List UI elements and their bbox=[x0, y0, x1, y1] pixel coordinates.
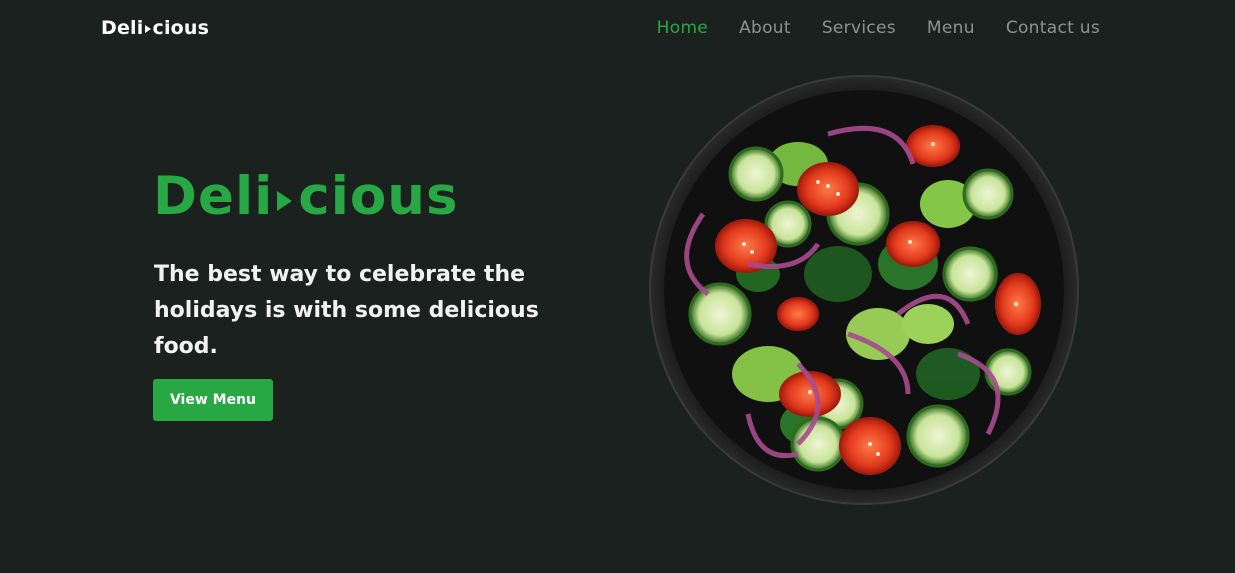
view-menu-button[interactable]: View Menu bbox=[153, 379, 273, 421]
nav-link-contact[interactable]: Contact us bbox=[1006, 18, 1100, 38]
logo-text-right: cious bbox=[152, 17, 210, 39]
hero-title-right: cious bbox=[298, 166, 459, 227]
nav-item-menu: Menu bbox=[927, 18, 975, 38]
page: Deli cious Home About Services Menu Conta… bbox=[0, 0, 1235, 573]
salad-bowl-icon bbox=[649, 75, 1079, 505]
nav-link-menu[interactable]: Menu bbox=[927, 18, 975, 38]
nav-item-home: Home bbox=[657, 18, 708, 38]
nav-item-services: Services bbox=[822, 18, 896, 38]
hero-title: Deli cious bbox=[153, 166, 459, 227]
nav-link-home[interactable]: Home bbox=[657, 18, 708, 38]
salad-bowl-image bbox=[648, 74, 1080, 506]
brand-logo[interactable]: Deli cious bbox=[101, 17, 209, 39]
logo-text-left: Deli bbox=[101, 17, 144, 39]
hero-title-left: Deli bbox=[153, 166, 274, 227]
hero-subtitle: The best way to celebrate the holidays i… bbox=[154, 262, 539, 359]
nav-link-services[interactable]: Services bbox=[822, 18, 896, 38]
nav-links: Home About Services Menu Contact us bbox=[657, 18, 1100, 38]
navbar: Deli cious Home About Services Menu Conta… bbox=[0, 0, 1235, 58]
play-triangle-icon bbox=[277, 190, 293, 211]
nav-item-contact: Contact us bbox=[1006, 18, 1100, 38]
play-triangle-icon bbox=[145, 25, 152, 33]
nav-link-about[interactable]: About bbox=[739, 18, 791, 38]
nav-item-about: About bbox=[739, 18, 791, 38]
